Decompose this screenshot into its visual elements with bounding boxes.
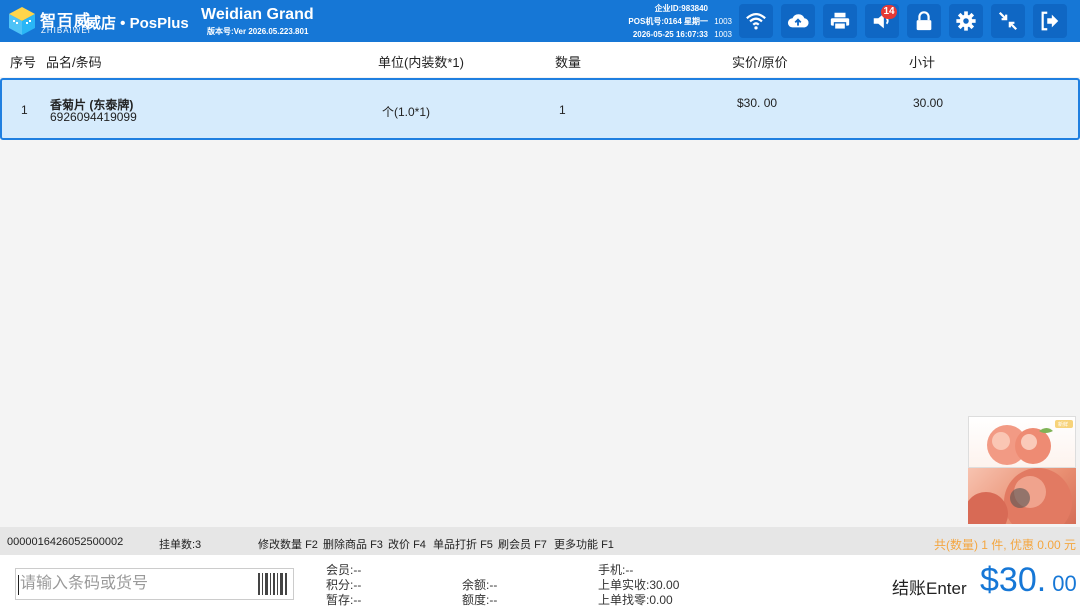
bottom-panel: 会员:-- 积分:-- 暂存:-- 余额:-- 额度:-- 手机:-- 上单实收… bbox=[0, 555, 1080, 610]
thumbnail-tag: 新鲜 bbox=[1058, 422, 1069, 428]
checkout-button[interactable]: 结账Enter bbox=[892, 574, 967, 599]
operator-info: 1003 1003 bbox=[708, 2, 732, 41]
settings-button[interactable] bbox=[949, 4, 983, 38]
logo-icon bbox=[8, 6, 36, 36]
points-label: 积分:-- bbox=[326, 578, 362, 592]
item-list-area[interactable] bbox=[0, 142, 1080, 526]
company-id: 企业ID:983840 bbox=[654, 4, 708, 13]
order-summary: 共(数量) 1 件, 优惠 0.00 元 bbox=[933, 538, 1076, 552]
logout-icon bbox=[1041, 11, 1059, 31]
shortcut-member[interactable]: 刷会员 F7 bbox=[498, 536, 547, 552]
balance-label: 余额:-- bbox=[462, 578, 498, 592]
cloud-upload-icon bbox=[787, 14, 809, 28]
member-info: 会员:-- 积分:-- 暂存:-- bbox=[326, 563, 361, 608]
product-unit: 个(1.0*1) bbox=[382, 105, 431, 119]
table-row[interactable]: 1 香菊片 (东泰牌) 6926094419099 个(1.0*1) 1 $30… bbox=[0, 78, 1080, 140]
status-bar: 0000016426052500002 挂单数:3 修改数量 F2 删除商品 F… bbox=[0, 527, 1080, 555]
barcode-icon[interactable] bbox=[257, 573, 289, 595]
product-subtotal: 30.00 bbox=[913, 96, 944, 110]
operator-id-2: 1003 bbox=[714, 30, 732, 39]
last-order-info: 手机:-- 上单实收:30.00 上单找零:0.00 bbox=[598, 563, 679, 608]
col-price: 实价/原价 bbox=[732, 55, 788, 70]
operator-id: 1003 bbox=[714, 17, 732, 26]
lock-icon bbox=[916, 11, 932, 31]
logo-subtext: ZHIBAIWEI bbox=[41, 26, 91, 35]
product-qty: 1 bbox=[559, 103, 566, 117]
product-images: 新鲜 bbox=[968, 416, 1076, 524]
total-amount: $30. 00 bbox=[980, 561, 1077, 599]
shortcut-more[interactable]: 更多功能 F1 bbox=[554, 536, 614, 552]
product-barcode: 6926094419099 bbox=[50, 110, 137, 124]
stored-label: 暂存:-- bbox=[326, 593, 362, 607]
last-change-label: 上单找零:0.00 bbox=[598, 593, 673, 607]
last-paid-label: 上单实收:30.00 bbox=[598, 578, 680, 592]
shrink-icon bbox=[998, 11, 1018, 31]
product-price: $30. 00 bbox=[737, 96, 778, 110]
pos-info: POS机号:0164 星期一 bbox=[628, 17, 708, 26]
shortcut-item-discount[interactable]: 单品打折 F5 bbox=[433, 536, 493, 552]
col-index: 序号 bbox=[10, 55, 37, 70]
lock-button[interactable] bbox=[907, 4, 941, 38]
col-name: 品名/条码 bbox=[46, 55, 102, 70]
logout-button[interactable] bbox=[1033, 4, 1067, 38]
member-label: 会员:-- bbox=[326, 563, 362, 577]
terminal-info: 企业ID:983840 POS机号:0164 星期一 2026-05-25 16… bbox=[598, 2, 708, 41]
gear-icon bbox=[956, 11, 976, 31]
version-label: 版本号:Ver 2026.05.223.801 bbox=[207, 27, 309, 36]
wifi-icon bbox=[746, 13, 766, 30]
store-name: Weidian Grand bbox=[201, 6, 314, 23]
barcode-search-box[interactable] bbox=[15, 568, 294, 600]
printer-icon bbox=[830, 12, 850, 30]
col-subtotal: 小计 bbox=[909, 55, 936, 70]
shortcut-edit-qty[interactable]: 修改数量 F2 bbox=[258, 536, 318, 552]
product-thumbnail-2[interactable] bbox=[968, 468, 1076, 524]
table-header: 序号 品名/条码 单位(内装数*1) 数量 实价/原价 小计 bbox=[0, 42, 1080, 77]
brand-name: 威店 • PosPlus bbox=[86, 15, 189, 32]
shortcut-change-price[interactable]: 改价 F4 bbox=[388, 536, 426, 552]
text-cursor bbox=[18, 575, 19, 595]
notification-button[interactable]: 14 bbox=[865, 4, 899, 38]
barcode-input[interactable] bbox=[20, 569, 256, 599]
wifi-button[interactable] bbox=[739, 4, 773, 38]
row-index: 1 bbox=[21, 103, 28, 117]
col-qty: 数量 bbox=[555, 55, 582, 70]
datetime: 2026-05-25 16:07:33 bbox=[632, 30, 708, 39]
cloud-sync-button[interactable] bbox=[781, 4, 815, 38]
balance-info: 余额:-- 额度:-- bbox=[462, 578, 497, 608]
product-thumbnail-1[interactable]: 新鲜 bbox=[968, 416, 1076, 468]
credit-label: 额度:-- bbox=[462, 593, 498, 607]
top-bar: 智百威 ZHIBAIWEI 威店 • PosPlus Weidian Grand… bbox=[0, 0, 1080, 42]
shortcut-delete-item[interactable]: 删除商品 F3 bbox=[323, 536, 383, 552]
order-number: 0000016426052500002 bbox=[7, 536, 124, 548]
phone-label: 手机:-- bbox=[598, 563, 634, 577]
exit-fullscreen-button[interactable] bbox=[991, 4, 1025, 38]
notification-badge: 14 bbox=[881, 5, 897, 19]
col-unit: 单位(内装数*1) bbox=[378, 55, 464, 70]
hold-count[interactable]: 挂单数:3 bbox=[159, 536, 201, 552]
toolbar-icons: 14 bbox=[739, 4, 1067, 38]
print-button[interactable] bbox=[823, 4, 857, 38]
